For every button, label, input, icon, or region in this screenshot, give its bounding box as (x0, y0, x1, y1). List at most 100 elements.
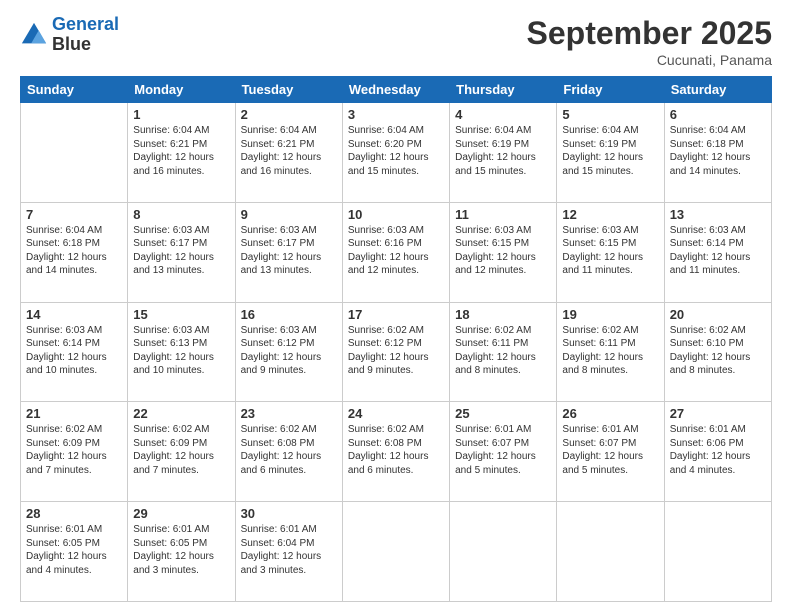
day-number: 5 (562, 107, 658, 122)
day-number: 11 (455, 207, 551, 222)
cell-info: Sunrise: 6:03 AMSunset: 6:17 PMDaylight:… (133, 224, 229, 278)
day-number: 23 (241, 406, 337, 421)
calendar-cell: 17 Sunrise: 6:02 AMSunset: 6:12 PMDayligh… (342, 302, 449, 402)
day-number: 22 (133, 406, 229, 421)
calendar-cell: 7 Sunrise: 6:04 AMSunset: 6:18 PMDaylight… (21, 202, 128, 302)
calendar-cell: 16 Sunrise: 6:03 AMSunset: 6:12 PMDayligh… (235, 302, 342, 402)
cell-info: Sunrise: 6:02 AMSunset: 6:10 PMDaylight:… (670, 324, 766, 378)
day-number: 6 (670, 107, 766, 122)
header: General Blue September 2025 Cucunati, Pa… (20, 15, 772, 68)
calendar-cell: 6 Sunrise: 6:04 AMSunset: 6:18 PMDaylight… (664, 103, 771, 203)
cell-info: Sunrise: 6:02 AMSunset: 6:09 PMDaylight:… (133, 423, 229, 477)
week-row-4: 28 Sunrise: 6:01 AMSunset: 6:05 PMDayligh… (21, 502, 772, 602)
day-number: 25 (455, 406, 551, 421)
month-title: September 2025 (527, 15, 772, 52)
calendar-cell: 4 Sunrise: 6:04 AMSunset: 6:19 PMDaylight… (450, 103, 557, 203)
location-subtitle: Cucunati, Panama (527, 52, 772, 68)
day-number: 7 (26, 207, 122, 222)
calendar-cell (557, 502, 664, 602)
day-number: 29 (133, 506, 229, 521)
cell-info: Sunrise: 6:01 AMSunset: 6:06 PMDaylight:… (670, 423, 766, 477)
cell-info: Sunrise: 6:04 AMSunset: 6:20 PMDaylight:… (348, 124, 444, 178)
calendar-body: 1Sunrise: 6:04 AMSunset: 6:21 PMDaylight… (21, 103, 772, 602)
day-number: 8 (133, 207, 229, 222)
cell-info: Sunrise: 6:01 AMSunset: 6:04 PMDaylight:… (241, 523, 337, 577)
calendar-table: SundayMondayTuesdayWednesdayThursdayFrid… (20, 76, 772, 602)
calendar-cell: 21Sunrise: 6:02 AMSunset: 6:09 PMDayligh… (21, 402, 128, 502)
cell-info: Sunrise: 6:04 AMSunset: 6:21 PMDaylight:… (133, 124, 229, 178)
day-number: 26 (562, 406, 658, 421)
day-number: 14 (26, 307, 122, 322)
cell-info: Sunrise: 6:03 AMSunset: 6:15 PMDaylight:… (455, 224, 551, 278)
day-header-sunday: Sunday (21, 77, 128, 103)
calendar-cell: 12 Sunrise: 6:03 AMSunset: 6:15 PMDayligh… (557, 202, 664, 302)
cell-info: Sunrise: 6:02 AMSunset: 6:09 PMDaylight:… (26, 423, 122, 477)
cell-info: Sunrise: 6:03 AMSunset: 6:17 PMDaylight:… (241, 224, 337, 278)
day-number: 4 (455, 107, 551, 122)
calendar-cell: 13Sunrise: 6:03 AMSunset: 6:14 PMDayligh… (664, 202, 771, 302)
calendar-cell: 14 Sunrise: 6:03 AMSunset: 6:14 PMDayligh… (21, 302, 128, 402)
day-header-wednesday: Wednesday (342, 77, 449, 103)
day-header-thursday: Thursday (450, 77, 557, 103)
calendar-cell: 1Sunrise: 6:04 AMSunset: 6:21 PMDaylight… (128, 103, 235, 203)
calendar-cell: 22 Sunrise: 6:02 AMSunset: 6:09 PMDayligh… (128, 402, 235, 502)
week-row-2: 14 Sunrise: 6:03 AMSunset: 6:14 PMDayligh… (21, 302, 772, 402)
day-header-tuesday: Tuesday (235, 77, 342, 103)
cell-info: Sunrise: 6:03 AMSunset: 6:15 PMDaylight:… (562, 224, 658, 278)
cell-info: Sunrise: 6:04 AMSunset: 6:21 PMDaylight:… (241, 124, 337, 178)
day-number: 18 (455, 307, 551, 322)
cell-info: Sunrise: 6:02 AMSunset: 6:11 PMDaylight:… (562, 324, 658, 378)
calendar-cell: 19 Sunrise: 6:02 AMSunset: 6:11 PMDayligh… (557, 302, 664, 402)
calendar-header: SundayMondayTuesdayWednesdayThursdayFrid… (21, 77, 772, 103)
day-number: 27 (670, 406, 766, 421)
cell-info: Sunrise: 6:04 AMSunset: 6:18 PMDaylight:… (670, 124, 766, 178)
cell-info: Sunrise: 6:01 AMSunset: 6:05 PMDaylight:… (26, 523, 122, 577)
page: General Blue September 2025 Cucunati, Pa… (0, 0, 792, 612)
calendar-cell: 3Sunrise: 6:04 AMSunset: 6:20 PMDaylight… (342, 103, 449, 203)
cell-info: Sunrise: 6:02 AMSunset: 6:08 PMDaylight:… (348, 423, 444, 477)
day-number: 28 (26, 506, 122, 521)
day-number: 30 (241, 506, 337, 521)
day-number: 16 (241, 307, 337, 322)
cell-info: Sunrise: 6:03 AMSunset: 6:16 PMDaylight:… (348, 224, 444, 278)
calendar-cell: 15Sunrise: 6:03 AMSunset: 6:13 PMDayligh… (128, 302, 235, 402)
calendar-cell: 30 Sunrise: 6:01 AMSunset: 6:04 PMDayligh… (235, 502, 342, 602)
calendar-cell: 27 Sunrise: 6:01 AMSunset: 6:06 PMDayligh… (664, 402, 771, 502)
day-number: 15 (133, 307, 229, 322)
logo-icon (20, 21, 48, 49)
calendar-cell: 28 Sunrise: 6:01 AMSunset: 6:05 PMDayligh… (21, 502, 128, 602)
cell-info: Sunrise: 6:01 AMSunset: 6:07 PMDaylight:… (562, 423, 658, 477)
week-row-0: 1Sunrise: 6:04 AMSunset: 6:21 PMDaylight… (21, 103, 772, 203)
day-header-friday: Friday (557, 77, 664, 103)
cell-info: Sunrise: 6:01 AMSunset: 6:05 PMDaylight:… (133, 523, 229, 577)
calendar-cell: 24Sunrise: 6:02 AMSunset: 6:08 PMDayligh… (342, 402, 449, 502)
calendar-cell: 2 Sunrise: 6:04 AMSunset: 6:21 PMDaylight… (235, 103, 342, 203)
cell-info: Sunrise: 6:01 AMSunset: 6:07 PMDaylight:… (455, 423, 551, 477)
cell-info: Sunrise: 6:03 AMSunset: 6:14 PMDaylight:… (26, 324, 122, 378)
week-row-3: 21Sunrise: 6:02 AMSunset: 6:09 PMDayligh… (21, 402, 772, 502)
calendar-cell (342, 502, 449, 602)
cell-info: Sunrise: 6:04 AMSunset: 6:18 PMDaylight:… (26, 224, 122, 278)
title-area: September 2025 Cucunati, Panama (527, 15, 772, 68)
logo-text: General Blue (52, 15, 119, 55)
cell-info: Sunrise: 6:03 AMSunset: 6:12 PMDaylight:… (241, 324, 337, 378)
day-number: 12 (562, 207, 658, 222)
day-number: 19 (562, 307, 658, 322)
calendar-cell: 23 Sunrise: 6:02 AMSunset: 6:08 PMDayligh… (235, 402, 342, 502)
calendar-cell: 5 Sunrise: 6:04 AMSunset: 6:19 PMDaylight… (557, 103, 664, 203)
cell-info: Sunrise: 6:04 AMSunset: 6:19 PMDaylight:… (562, 124, 658, 178)
calendar-cell (450, 502, 557, 602)
cell-info: Sunrise: 6:02 AMSunset: 6:08 PMDaylight:… (241, 423, 337, 477)
day-number: 17 (348, 307, 444, 322)
logo: General Blue (20, 15, 119, 55)
calendar-cell: 8 Sunrise: 6:03 AMSunset: 6:17 PMDaylight… (128, 202, 235, 302)
day-number: 10 (348, 207, 444, 222)
calendar-cell: 10 Sunrise: 6:03 AMSunset: 6:16 PMDayligh… (342, 202, 449, 302)
calendar-cell: 20Sunrise: 6:02 AMSunset: 6:10 PMDayligh… (664, 302, 771, 402)
cell-info: Sunrise: 6:02 AMSunset: 6:12 PMDaylight:… (348, 324, 444, 378)
day-number: 2 (241, 107, 337, 122)
calendar-cell: 25 Sunrise: 6:01 AMSunset: 6:07 PMDayligh… (450, 402, 557, 502)
calendar-cell: 18Sunrise: 6:02 AMSunset: 6:11 PMDayligh… (450, 302, 557, 402)
cell-info: Sunrise: 6:04 AMSunset: 6:19 PMDaylight:… (455, 124, 551, 178)
calendar-cell (664, 502, 771, 602)
